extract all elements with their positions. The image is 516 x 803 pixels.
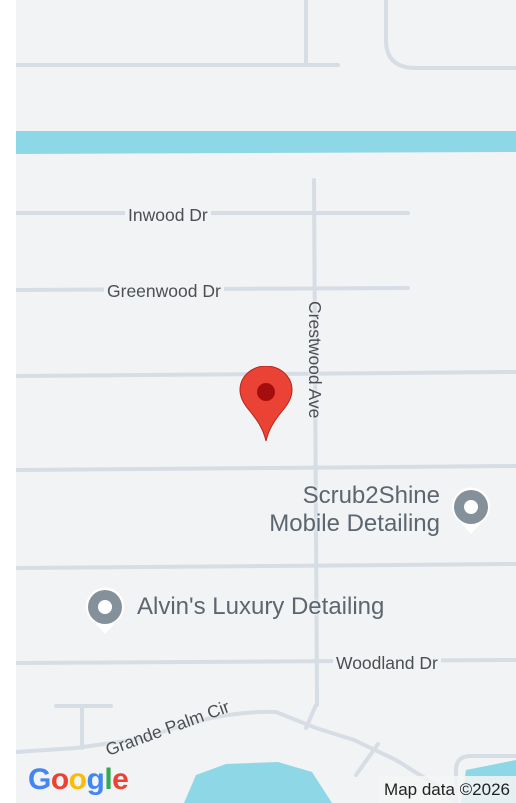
- road-street-b: [16, 464, 516, 472]
- logo-letter-4: g: [86, 763, 105, 796]
- road-street-c: [16, 562, 516, 570]
- poi-scrub2shine-pin-icon[interactable]: [449, 484, 493, 536]
- logo-letter-1: G: [28, 763, 51, 796]
- road-connector-2: [354, 742, 380, 777]
- street-label-woodland-dr: Woodland Dr: [333, 653, 441, 673]
- poi-scrub2shine-line1: Scrub2Shine: [302, 482, 440, 509]
- poi-scrub2shine-name[interactable]: Scrub2Shine Mobile Detailing: [238, 482, 440, 538]
- poi-alvins-pin-icon[interactable]: [83, 584, 127, 636]
- map-attribution[interactable]: Map data ©2026: [378, 776, 516, 803]
- street-label-greenwood-dr: Greenwood Dr: [104, 281, 224, 301]
- poi-alvins-name[interactable]: Alvin's Luxury Detailing: [137, 593, 384, 621]
- logo-letter-2: o: [50, 763, 69, 796]
- canal-water: [16, 131, 516, 154]
- poi-scrub2shine-line2: Mobile Detailing: [269, 510, 440, 537]
- road-woodland-dr: [16, 658, 516, 665]
- logo-letter-5: l: [104, 763, 113, 796]
- logo-letter-3: o: [68, 763, 87, 796]
- google-logo[interactable]: Google: [28, 762, 129, 798]
- road-crestwood-ave: [312, 178, 319, 707]
- map-canvas[interactable]: Inwood Dr Greenwood Dr Crestwood Ave Woo…: [16, 0, 516, 803]
- street-label-inwood-dr: Inwood Dr: [125, 205, 211, 225]
- road-top-curve: [384, 0, 516, 70]
- lake-water: [184, 762, 332, 803]
- logo-letter-6: e: [112, 763, 129, 796]
- location-marker-icon[interactable]: [239, 366, 293, 442]
- street-label-crestwood-ave: Crestwood Ave: [305, 301, 325, 419]
